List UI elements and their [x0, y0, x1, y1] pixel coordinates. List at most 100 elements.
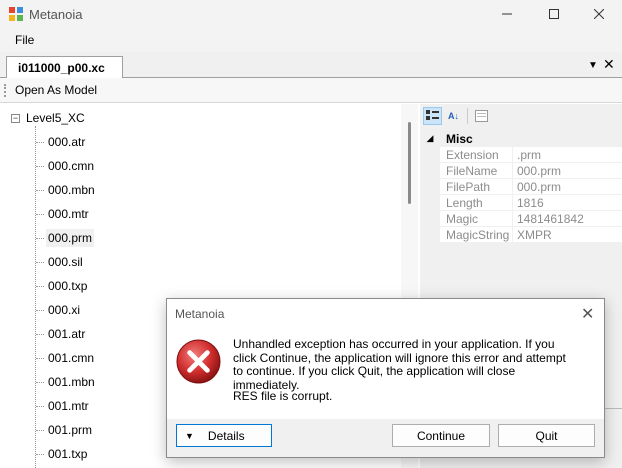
category-name: Misc [446, 131, 473, 146]
collapse-icon[interactable]: − [11, 113, 20, 123]
tree-item[interactable]: 001.prm [36, 420, 94, 440]
minimize-button[interactable] [484, 0, 530, 28]
tree-connector [36, 141, 44, 143]
quit-button[interactable]: Quit [498, 424, 595, 447]
tree-item[interactable]: 000.mbn [36, 180, 97, 200]
property-value[interactable]: 000.prm [513, 163, 622, 179]
document-tab-strip: i011000_p00.xc ▼ ✕ [0, 52, 622, 79]
tree-item[interactable]: 001.cmn [36, 348, 96, 368]
tree-connector [36, 381, 44, 383]
tree-connector [36, 189, 44, 191]
tree-item-label: 000.mtr [48, 207, 89, 221]
property-name: FileName [440, 163, 513, 179]
dialog-body: Unhandled exception has occurred in your… [167, 327, 604, 419]
tree-connector [35, 126, 36, 468]
details-button[interactable]: ▼ Details [176, 424, 272, 447]
property-gutter [420, 211, 440, 227]
property-name: MagicString [440, 227, 513, 243]
categorized-button[interactable] [423, 107, 442, 125]
close-icon [594, 9, 604, 19]
property-row[interactable]: Magic 1481461842 [420, 211, 622, 227]
tree-item-label: 000.xi [48, 303, 81, 317]
tree-item[interactable]: 001.mbn [36, 372, 97, 392]
maximize-button[interactable] [531, 0, 577, 28]
tree-item-label: 000.sil [48, 255, 83, 269]
menu-file[interactable]: File [15, 33, 34, 47]
property-row[interactable]: FileName 000.prm [420, 163, 622, 179]
tree-item-label: 001.mbn [48, 375, 95, 389]
tree-item[interactable]: 001.atr [36, 324, 87, 344]
error-icon [176, 339, 221, 384]
property-value[interactable]: 1481461842 [513, 211, 622, 227]
tree-item[interactable]: 000.txp [36, 276, 89, 296]
property-value[interactable]: 1816 [513, 195, 622, 211]
tree-connector [36, 453, 44, 455]
error-dialog: Metanoia ✕ Unhandled exception has occur… [166, 298, 605, 458]
tree-connector [36, 429, 44, 431]
toolbar-separator [467, 108, 468, 124]
property-name: Extension [440, 147, 513, 163]
tree-item[interactable]: 000.prm [36, 228, 95, 248]
property-row[interactable]: Extension .prm [420, 147, 622, 163]
app-icon [9, 7, 23, 21]
property-name: FilePath [440, 179, 513, 195]
property-pages-button[interactable] [472, 107, 491, 125]
tree-connector [36, 333, 44, 335]
tree-connector [36, 165, 44, 167]
property-name: Magic [440, 211, 513, 227]
tree-item-label: 001.mtr [48, 399, 89, 413]
tree-item-label: 001.cmn [48, 351, 95, 365]
category-row[interactable]: ◢ Misc [420, 130, 622, 147]
menu-bar: File [0, 28, 622, 52]
property-value[interactable]: .prm [513, 147, 622, 163]
dialog-message: Unhandled exception has occurred in your… [233, 337, 566, 392]
tree-item-label: 000.prm [46, 229, 95, 247]
tree-item-label: 000.mbn [48, 183, 95, 197]
tab-close-icon[interactable]: ✕ [603, 56, 615, 73]
tree-item[interactable]: 001.txp [36, 444, 89, 464]
tree-item-label: 000.atr [48, 135, 86, 149]
document-tab[interactable]: i011000_p00.xc [6, 56, 123, 79]
tree-item-label: 001.prm [48, 423, 93, 437]
tree-item[interactable]: 001.mtr [36, 396, 91, 416]
property-grid: ◢ Misc Extension .prm FileName 000.prm FileP… [420, 130, 622, 243]
property-value[interactable]: 000.prm [513, 179, 622, 195]
details-button-label: Details [207, 428, 245, 443]
tab-dropdown-icon[interactable]: ▼ [588, 60, 598, 71]
property-gutter [420, 147, 440, 163]
category-collapse-icon[interactable]: ◢ [420, 133, 440, 144]
tree-item[interactable]: 000.cmn [36, 156, 96, 176]
property-toolbar: A↓ [420, 104, 622, 128]
dialog-detail-text: RES file is corrupt. [233, 389, 333, 403]
property-row[interactable]: FilePath 000.prm [420, 179, 622, 195]
title-bar: Metanoia [0, 0, 622, 28]
tree-item-label: 000.txp [48, 279, 88, 293]
property-row[interactable]: MagicString XMPR [420, 227, 622, 243]
toolstrip-grip-icon [4, 84, 6, 97]
property-value[interactable]: XMPR [513, 227, 622, 243]
continue-button[interactable]: Continue [392, 424, 490, 447]
chevron-down-icon: ▼ [185, 430, 194, 441]
dialog-title: Metanoia [175, 307, 225, 321]
tree-connector [36, 405, 44, 407]
property-row[interactable]: Length 1816 [420, 195, 622, 211]
dialog-footer: ▼ Details Continue Quit [167, 419, 604, 457]
tree-item[interactable]: 000.sil [36, 252, 85, 272]
categorized-icon [426, 110, 439, 120]
open-as-model-button[interactable]: Open As Model [15, 83, 97, 97]
document-tab-label: i011000_p00.xc [18, 61, 105, 75]
tree-item[interactable]: 000.atr [36, 132, 87, 152]
close-window-button[interactable] [576, 0, 622, 28]
property-gutter [420, 163, 440, 179]
tree-connector [36, 261, 44, 263]
dialog-title-bar: Metanoia ✕ [167, 299, 604, 327]
dialog-close-icon[interactable]: ✕ [581, 304, 594, 324]
maximize-icon [549, 9, 559, 19]
tree-item[interactable]: 000.mtr [36, 204, 91, 224]
alphabetical-button[interactable]: A↓ [444, 107, 463, 125]
tree-root[interactable]: − Level5_XC [11, 111, 85, 125]
sort-az-icon: A↓ [448, 111, 459, 121]
property-gutter [420, 179, 440, 195]
tree-item[interactable]: 000.xi [36, 300, 82, 320]
tree-scrollbar-thumb[interactable] [408, 122, 411, 204]
